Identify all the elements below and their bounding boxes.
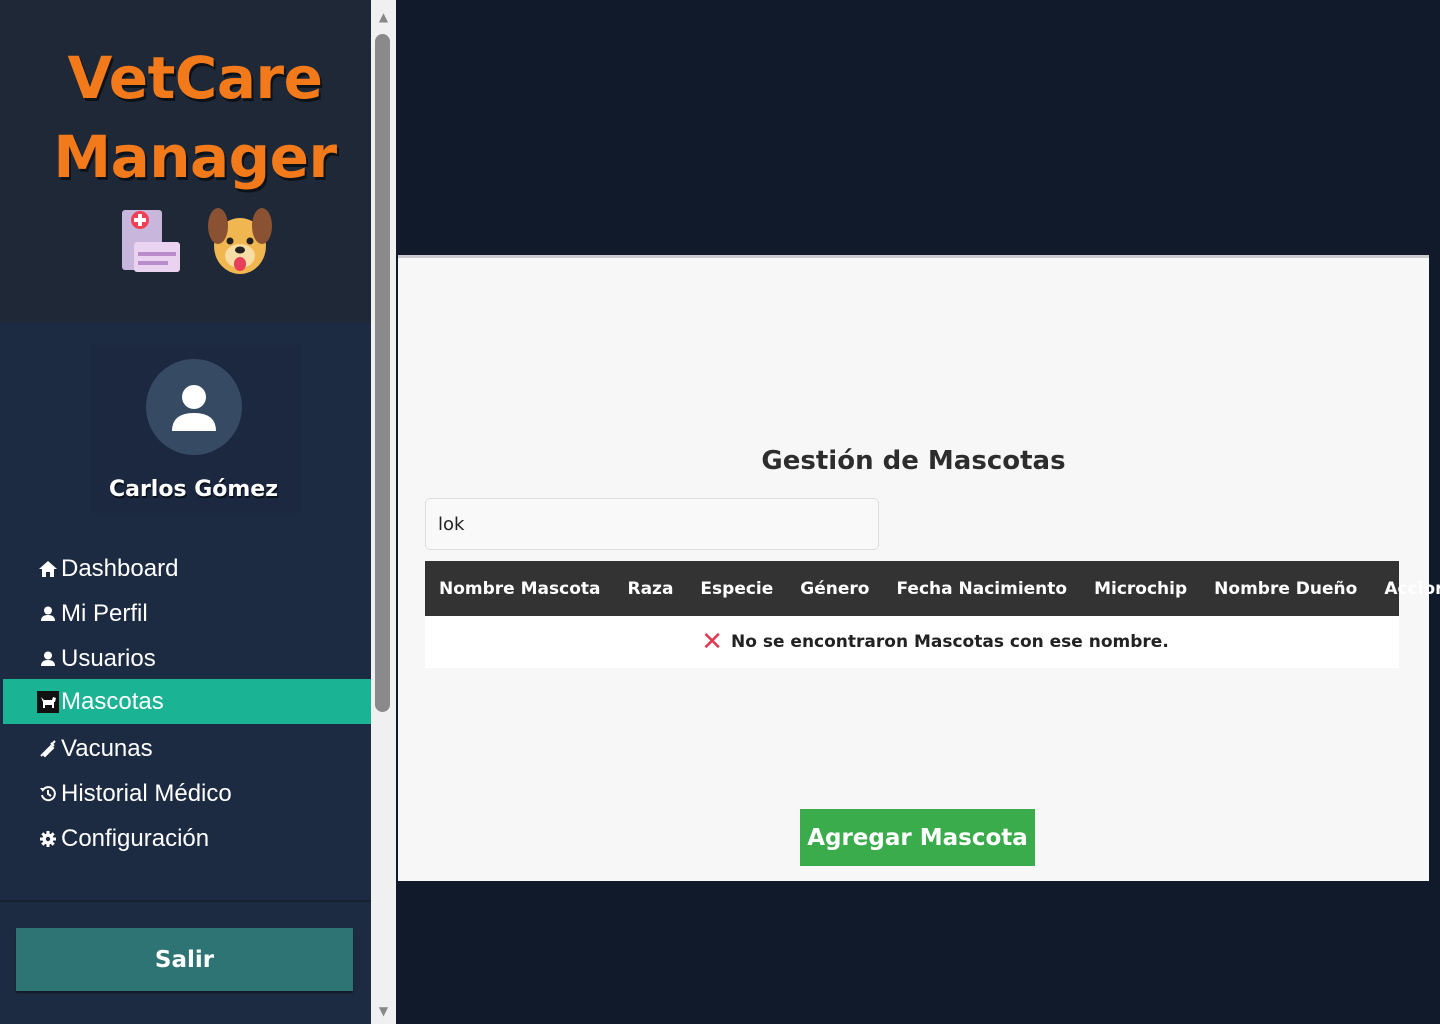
logo-area: VetCare Manager — [0, 0, 371, 323]
gear-icon — [37, 828, 59, 850]
sidebar-item-historial-medico[interactable]: Historial Médico — [3, 771, 371, 816]
logo-icons — [122, 208, 272, 274]
sidebar-item-dashboard[interactable]: Dashboard — [3, 546, 371, 591]
logout-button[interactable]: Salir — [16, 928, 353, 991]
sidebar: VetCare Manager Carlos Gómez Dashboard M… — [0, 0, 371, 1024]
column-header: Raza — [627, 578, 674, 599]
column-header: Fecha Nacimiento — [896, 578, 1068, 599]
sidebar-item-vacunas[interactable]: Vacunas — [3, 726, 371, 771]
column-header: Nombre Dueño — [1214, 578, 1358, 599]
sidebar-item-label: Historial Médico — [61, 779, 232, 807]
user-icon — [37, 603, 59, 625]
column-header: Microchip — [1094, 578, 1188, 599]
sidebar-item-label: Usuarios — [61, 644, 156, 672]
dog-icon — [37, 690, 59, 713]
column-header: Especie — [700, 578, 774, 599]
search-input[interactable] — [425, 498, 879, 550]
scroll-down-arrow-icon[interactable]: ▼ — [375, 1004, 392, 1018]
column-header: Nombre Mascota — [439, 578, 601, 599]
user-icon — [172, 385, 216, 431]
add-pet-button[interactable]: Agregar Mascota — [800, 809, 1035, 866]
sidebar-item-configuracion[interactable]: Configuración — [3, 816, 371, 861]
empty-state-message: No se encontraron Mascotas con ese nombr… — [731, 632, 1169, 652]
logo-text-line2: Manager — [53, 123, 337, 191]
sidebar-item-usuarios[interactable]: Usuarios — [3, 636, 371, 681]
sidebar-item-label: Dashboard — [61, 554, 179, 582]
logo-text-line1: VetCare — [67, 44, 323, 112]
user-profile-card: Carlos Gómez — [91, 345, 301, 513]
sidebar-item-mi-perfil[interactable]: Mi Perfil — [3, 591, 371, 636]
column-header: Acciones — [1384, 578, 1440, 599]
scroll-thumb[interactable] — [375, 34, 390, 712]
column-header: Género — [800, 578, 870, 599]
history-icon — [37, 783, 59, 805]
sidebar-scrollbar[interactable]: ▲ ▼ — [371, 0, 396, 1024]
user-name: Carlos Gómez — [108, 477, 279, 502]
pets-table: Nombre Mascota Raza Especie Género Fecha… — [425, 561, 1440, 668]
clinic-card-icon — [122, 210, 180, 272]
sidebar-item-label: Configuración — [61, 824, 210, 852]
syringe-icon — [37, 738, 59, 760]
avatar — [146, 359, 242, 455]
page-title: Gestión de Mascotas — [761, 446, 1066, 476]
pets-panel: Gestión de Mascotas Nombre Mascota Raza … — [398, 255, 1440, 881]
scroll-up-arrow-icon[interactable]: ▲ — [375, 10, 392, 24]
sidebar-item-mascotas[interactable]: Mascotas — [3, 679, 371, 724]
table-header: Nombre Mascota Raza Especie Género Fecha… — [425, 561, 1440, 616]
sidebar-divider — [0, 900, 371, 902]
sidebar-item-label: Vacunas — [61, 734, 153, 762]
table-row-empty: ✕ No se encontraron Mascotas con ese nom… — [425, 616, 1399, 668]
error-x-icon: ✕ — [701, 627, 724, 657]
user-icon — [37, 648, 59, 670]
dog-face-icon — [208, 208, 272, 274]
home-icon — [37, 558, 59, 580]
sidebar-item-label: Mi Perfil — [61, 599, 148, 627]
sidebar-item-label: Mascotas — [61, 687, 164, 715]
